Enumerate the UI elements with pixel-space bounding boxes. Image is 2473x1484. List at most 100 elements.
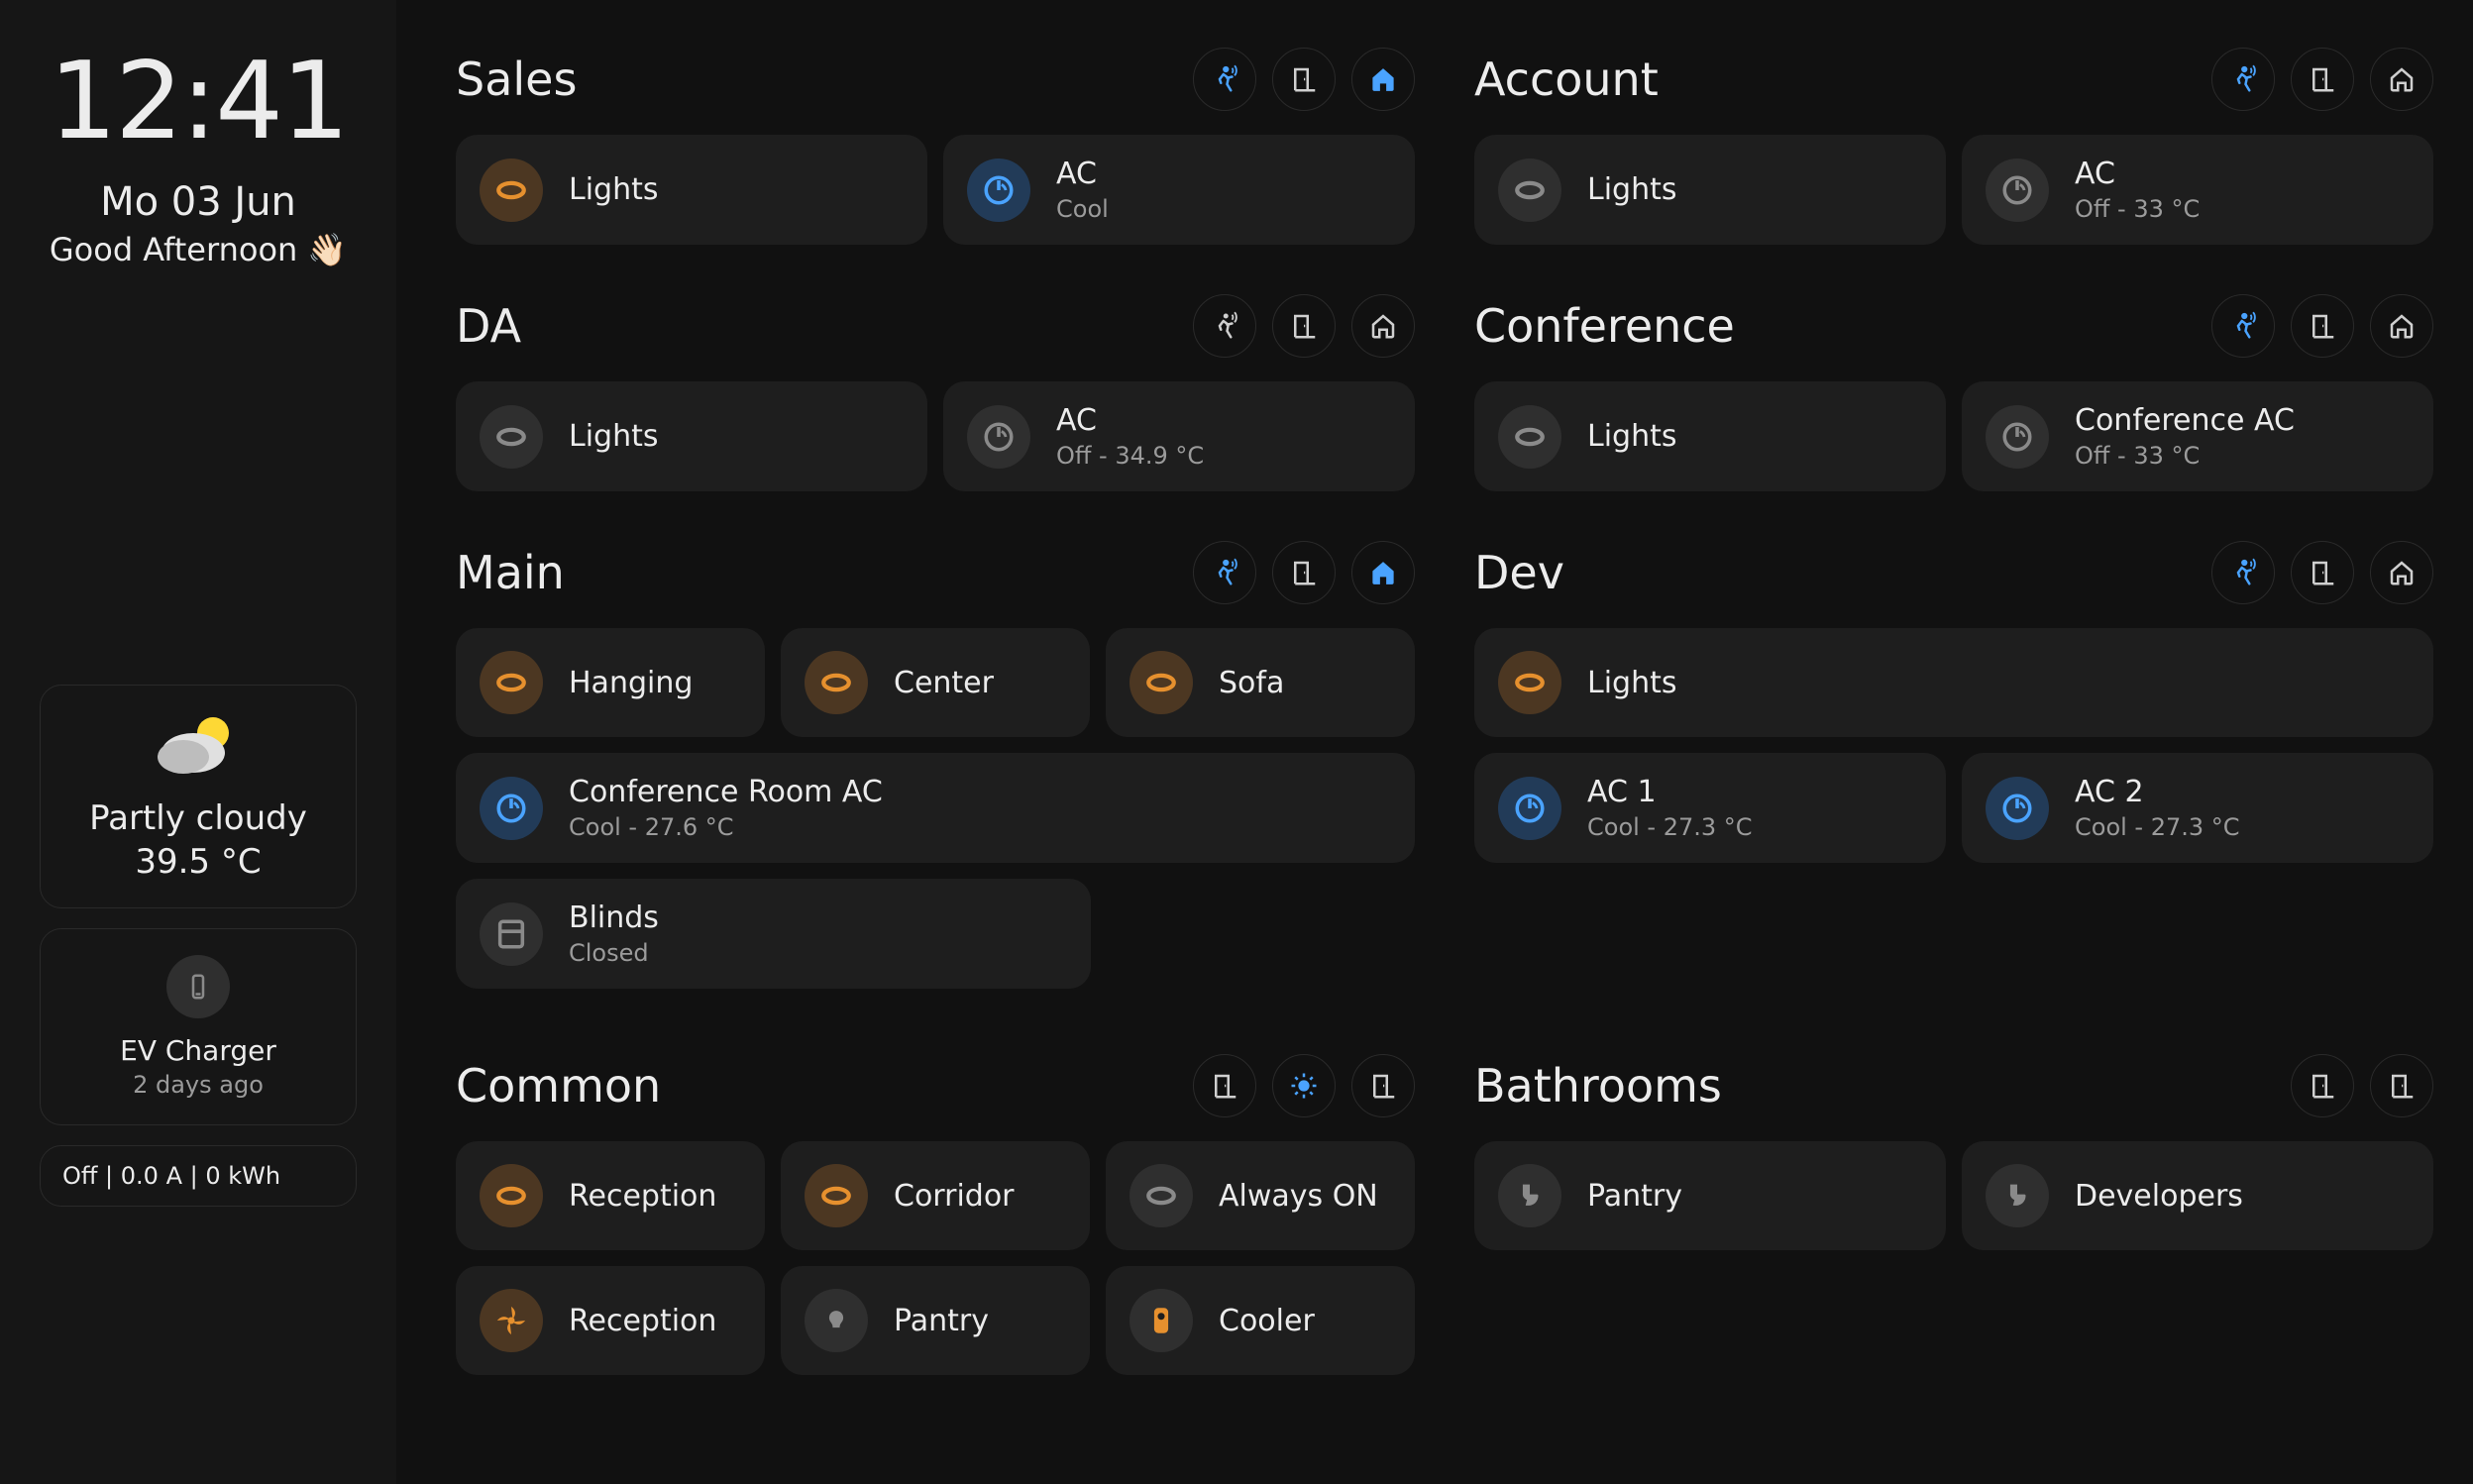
card-title: Cooler <box>1219 1304 1315 1338</box>
ring-icon <box>805 651 868 714</box>
wave-icon: 👋🏻 <box>307 231 347 268</box>
card-title: Lights <box>1587 666 1677 700</box>
dev-ac2[interactable]: AC 2 Cool - 27.3 °C <box>1962 753 2433 863</box>
door-button[interactable] <box>2291 1054 2354 1117</box>
main-confac[interactable]: Conference Room AC Cool - 27.6 °C <box>456 753 1415 863</box>
card-title: Lights <box>569 419 659 454</box>
door-button[interactable] <box>2291 294 2354 358</box>
door-button[interactable] <box>1272 294 1336 358</box>
card-title: Center <box>894 666 994 700</box>
bath-dev[interactable]: Developers <box>1962 1141 2433 1250</box>
card-sub: Off - 34.9 °C <box>1056 442 1204 470</box>
home-button[interactable] <box>2370 48 2433 111</box>
room-actions <box>1193 1054 1415 1117</box>
card-title: Hanging <box>569 666 693 700</box>
weather-card[interactable]: Partly cloudy 39.5 °C <box>40 685 357 908</box>
room-actions <box>2291 1054 2433 1117</box>
home-button[interactable] <box>1351 294 1415 358</box>
da-ac[interactable]: AC Off - 34.9 °C <box>943 381 1415 491</box>
motion-active-button[interactable] <box>2211 48 2275 111</box>
room-title: DA <box>456 299 521 353</box>
conf-ac[interactable]: Conference AC Off - 33 °C <box>1962 381 2433 491</box>
card-sub: Closed <box>569 939 659 967</box>
sales-lights[interactable]: Lights <box>456 135 927 245</box>
fan-icon <box>480 1289 543 1352</box>
motion-active-button[interactable] <box>2211 541 2275 604</box>
card-title: AC <box>1056 403 1204 438</box>
room-title: Bathrooms <box>1474 1059 1722 1113</box>
home-active-button[interactable] <box>1351 541 1415 604</box>
greeting-text: Good Afternoon <box>50 231 297 268</box>
door-button[interactable] <box>2291 48 2354 111</box>
common-pantry[interactable]: Pantry <box>781 1266 1090 1375</box>
card-sub: Off - 33 °C <box>2075 195 2200 223</box>
main-sofa[interactable]: Sofa <box>1106 628 1415 737</box>
ring-icon <box>1498 405 1561 469</box>
card-title: Sofa <box>1219 666 1284 700</box>
room-account: Account Lights AC Off - 33 °C <box>1474 48 2433 245</box>
card-title: Pantry <box>894 1304 989 1338</box>
ev-title: EV Charger <box>120 1034 276 1067</box>
common-corridor[interactable]: Corridor <box>781 1141 1090 1250</box>
thermo-icon <box>1986 159 2049 222</box>
ring-icon <box>1129 1164 1193 1227</box>
room-title: Account <box>1474 53 1659 106</box>
account-lights[interactable]: Lights <box>1474 135 1946 245</box>
room-sales: Sales Lights AC Cool <box>456 48 1415 245</box>
bath-pantry[interactable]: Pantry <box>1474 1141 1946 1250</box>
sales-ac[interactable]: AC Cool <box>943 135 1415 245</box>
card-title: Pantry <box>1587 1179 1682 1214</box>
door-button[interactable] <box>2291 541 2354 604</box>
bright-active-button[interactable] <box>1272 1054 1336 1117</box>
home-button[interactable] <box>2370 294 2433 358</box>
card-title: Corridor <box>894 1179 1015 1214</box>
room-conference: Conference Lights Conference AC Off - 33… <box>1474 294 2433 491</box>
thermo-icon <box>1986 405 2049 469</box>
door-button[interactable] <box>1351 1054 1415 1117</box>
account-ac[interactable]: AC Off - 33 °C <box>1962 135 2433 245</box>
ring-icon <box>480 651 543 714</box>
motion-active-button[interactable] <box>1193 541 1256 604</box>
common-cooler[interactable]: Cooler <box>1106 1266 1415 1375</box>
room-bathrooms: Bathrooms Pantry Developers <box>1474 1054 2433 1391</box>
motion-active-button[interactable] <box>2211 294 2275 358</box>
common-reception[interactable]: Reception <box>456 1141 765 1250</box>
common-reception-fan[interactable]: Reception <box>456 1266 765 1375</box>
room-title: Main <box>456 546 565 599</box>
ev-updated: 2 days ago <box>133 1071 264 1099</box>
card-title: Conference Room AC <box>569 775 883 809</box>
dev-ac1[interactable]: AC 1 Cool - 27.3 °C <box>1474 753 1946 863</box>
door-button[interactable] <box>2370 1054 2433 1117</box>
weather-condition: Partly cloudy <box>89 798 307 838</box>
ring-icon <box>1129 651 1193 714</box>
da-lights[interactable]: Lights <box>456 381 927 491</box>
door-button[interactable] <box>1272 541 1336 604</box>
blinds-icon <box>480 902 543 966</box>
home-button[interactable] <box>2370 541 2433 604</box>
card-title: Lights <box>1587 419 1677 454</box>
card-title: AC 1 <box>1587 775 1753 809</box>
main-content: Sales Lights AC Cool Account Lights <box>396 0 2473 1484</box>
ring-icon <box>480 405 543 469</box>
main-center[interactable]: Center <box>781 628 1090 737</box>
room-title: Dev <box>1474 546 1564 599</box>
common-always[interactable]: Always ON <box>1106 1141 1415 1250</box>
ev-charger-card[interactable]: EV Charger 2 days ago <box>40 928 357 1125</box>
main-hanging[interactable]: Hanging <box>456 628 765 737</box>
dev-lights[interactable]: Lights <box>1474 628 2433 737</box>
card-title: Developers <box>2075 1179 2243 1214</box>
door-button[interactable] <box>1193 1054 1256 1117</box>
motion-button[interactable] <box>1193 294 1256 358</box>
door-button[interactable] <box>1272 48 1336 111</box>
room-actions <box>2211 294 2433 358</box>
thermo-icon <box>967 159 1030 222</box>
main-blinds[interactable]: Blinds Closed <box>456 879 1091 989</box>
conf-lights[interactable]: Lights <box>1474 381 1946 491</box>
room-dev: Dev Lights AC 1 Cool - 27.3 °C AC 2 Cool… <box>1474 541 2433 1005</box>
ev-status-card[interactable]: Off | 0.0 A | 0 kWh <box>40 1145 357 1207</box>
bulb-icon <box>805 1289 868 1352</box>
home-active-button[interactable] <box>1351 48 1415 111</box>
motion-active-button[interactable] <box>1193 48 1256 111</box>
room-common: Common Reception Corridor Always ON <box>456 1054 1415 1391</box>
card-title: Lights <box>569 172 659 207</box>
